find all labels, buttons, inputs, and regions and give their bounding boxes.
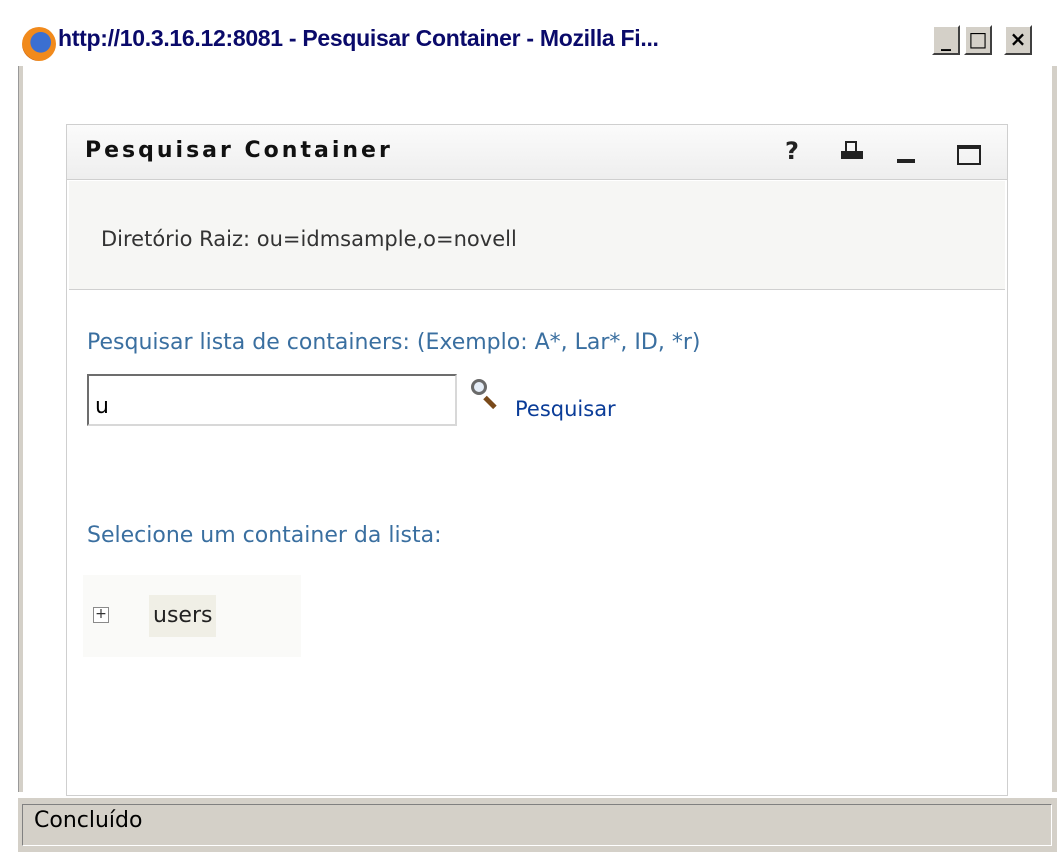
search-input[interactable] <box>87 374 457 426</box>
maximize-button[interactable]: □ <box>964 25 992 55</box>
print-icon[interactable] <box>841 141 863 161</box>
portlet-header: Pesquisar Container ? <box>67 125 1007 180</box>
portlet-title: Pesquisar Container <box>85 138 393 163</box>
search-icon[interactable] <box>469 377 499 410</box>
minimize-portlet-icon[interactable] <box>897 159 915 163</box>
search-container-portlet: Pesquisar Container ? Diretório Raiz: ou… <box>66 124 1008 796</box>
maximize-portlet-icon[interactable] <box>957 145 981 165</box>
root-directory-text: Diretório Raiz: ou=idmsample,o=novell <box>101 227 517 251</box>
search-label: Pesquisar lista de containers: (Exemplo:… <box>87 330 701 355</box>
expand-icon[interactable]: + <box>93 607 109 623</box>
firefox-icon <box>22 27 56 61</box>
minimize-button[interactable]: _ <box>932 25 960 55</box>
help-icon[interactable]: ? <box>779 137 805 165</box>
window-frame-left <box>18 66 23 792</box>
window-title: http://10.3.16.12:8081 - Pesquisar Conta… <box>58 25 659 51</box>
status-field <box>22 804 1052 846</box>
search-link[interactable]: Pesquisar <box>515 397 616 421</box>
browser-window: http://10.3.16.12:8081 - Pesquisar Conta… <box>0 0 1057 852</box>
status-text: Concluído <box>34 808 143 833</box>
status-bar: Concluído <box>18 796 1057 852</box>
select-label: Selecione um container da lista: <box>87 523 442 548</box>
close-button[interactable]: × <box>1004 25 1032 55</box>
tree-item-users[interactable]: users <box>149 595 217 637</box>
window-frame-right <box>1052 66 1057 792</box>
